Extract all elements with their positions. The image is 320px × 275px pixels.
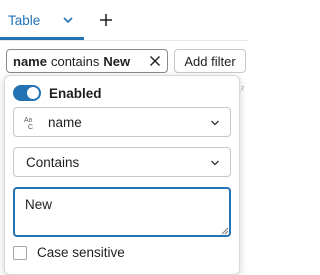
- toggle-knob: [27, 87, 39, 99]
- operator-select[interactable]: Contains: [13, 147, 231, 177]
- filter-value-input[interactable]: New: [13, 187, 231, 237]
- filter-chip-column: name: [13, 53, 47, 69]
- tab-table-label: Table: [8, 12, 41, 28]
- plus-icon[interactable]: [96, 10, 116, 30]
- filter-chip-value: New: [103, 53, 131, 69]
- case-sensitive-label: Case sensitive: [37, 245, 125, 260]
- chevron-down-icon: [211, 160, 219, 166]
- tab-table[interactable]: Table: [0, 0, 90, 40]
- svg-text:C: C: [28, 124, 33, 130]
- filter-popover: Enabled A B C name Contains New Case sen…: [4, 75, 240, 275]
- view-tabbar: Table: [0, 0, 248, 41]
- column-select[interactable]: A B C name: [13, 107, 231, 137]
- case-sensitive-row[interactable]: Case sensitive: [13, 245, 125, 260]
- string-type-icon: A B C: [24, 117, 33, 130]
- filter-chip[interactable]: name contains New: [6, 49, 168, 73]
- operator-select-value: Contains: [26, 154, 80, 170]
- enabled-toggle[interactable]: [13, 85, 41, 101]
- tabbar-divider: [0, 40, 248, 41]
- chevron-down-icon[interactable]: [62, 14, 74, 26]
- enabled-row: Enabled: [13, 84, 102, 102]
- case-sensitive-checkbox[interactable]: [13, 245, 27, 260]
- column-select-value: name: [48, 114, 82, 130]
- close-icon[interactable]: [149, 55, 161, 67]
- chevron-down-icon: [211, 120, 219, 126]
- filter-chip-operator: contains: [50, 53, 100, 69]
- enabled-label: Enabled: [49, 85, 102, 101]
- add-filter-button[interactable]: Add filter: [174, 49, 246, 73]
